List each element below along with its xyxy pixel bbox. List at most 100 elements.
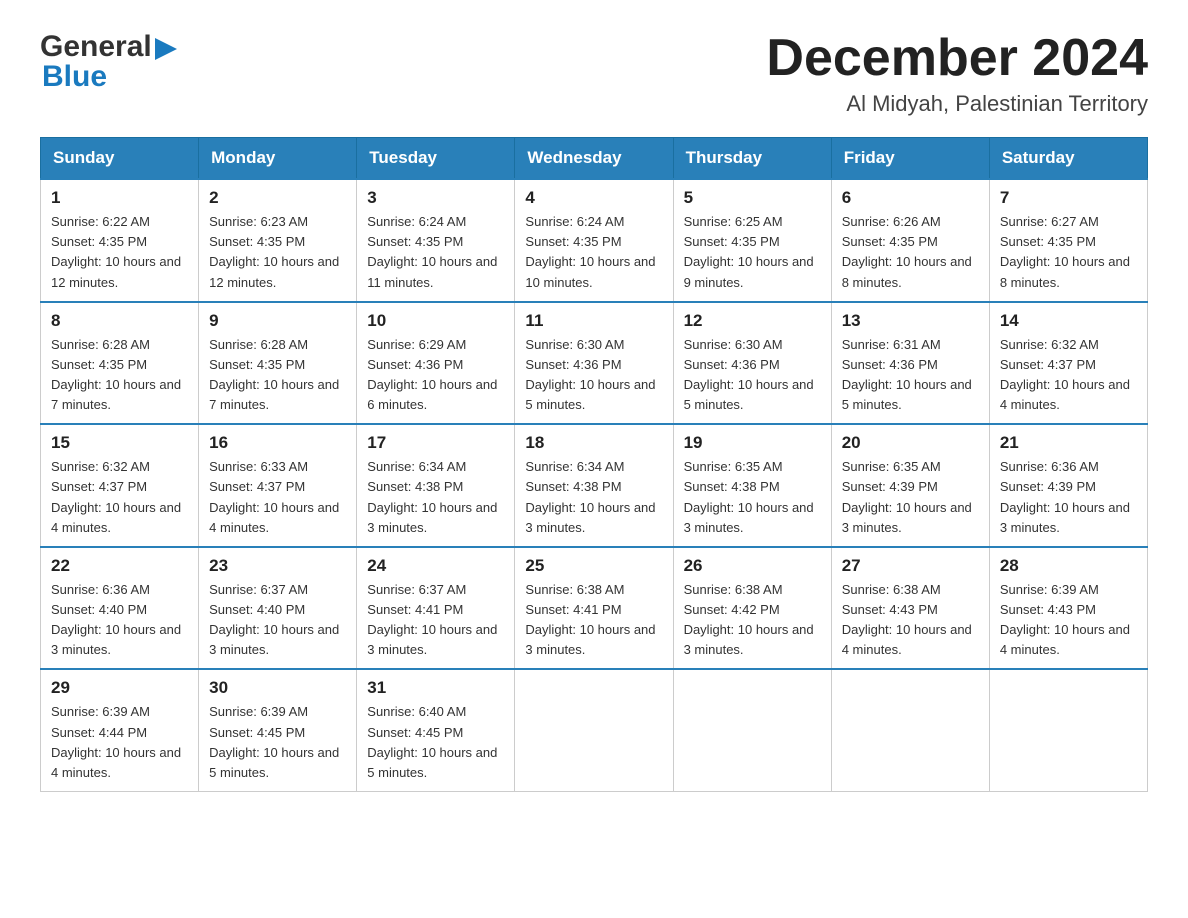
calendar-cell: 17 Sunrise: 6:34 AMSunset: 4:38 PMDayligh… (357, 424, 515, 547)
day-number: 17 (367, 433, 504, 453)
day-info: Sunrise: 6:34 AMSunset: 4:38 PMDaylight:… (367, 457, 504, 538)
day-info: Sunrise: 6:28 AMSunset: 4:35 PMDaylight:… (209, 335, 346, 416)
day-info: Sunrise: 6:37 AMSunset: 4:40 PMDaylight:… (209, 580, 346, 661)
day-info: Sunrise: 6:28 AMSunset: 4:35 PMDaylight:… (51, 335, 188, 416)
day-info: Sunrise: 6:39 AMSunset: 4:45 PMDaylight:… (209, 702, 346, 783)
day-number: 28 (1000, 556, 1137, 576)
calendar-cell: 9 Sunrise: 6:28 AMSunset: 4:35 PMDaylight… (199, 302, 357, 425)
day-info: Sunrise: 6:39 AMSunset: 4:43 PMDaylight:… (1000, 580, 1137, 661)
calendar-cell: 22 Sunrise: 6:36 AMSunset: 4:40 PMDayligh… (41, 547, 199, 670)
day-info: Sunrise: 6:24 AMSunset: 4:35 PMDaylight:… (525, 212, 662, 293)
month-title: December 2024 (766, 30, 1148, 87)
day-number: 24 (367, 556, 504, 576)
day-number: 15 (51, 433, 188, 453)
calendar-cell: 11 Sunrise: 6:30 AMSunset: 4:36 PMDayligh… (515, 302, 673, 425)
calendar-cell: 28 Sunrise: 6:39 AMSunset: 4:43 PMDayligh… (989, 547, 1147, 670)
calendar-cell: 16 Sunrise: 6:33 AMSunset: 4:37 PMDayligh… (199, 424, 357, 547)
week-row-1: 1 Sunrise: 6:22 AMSunset: 4:35 PMDaylight… (41, 179, 1148, 302)
day-info: Sunrise: 6:32 AMSunset: 4:37 PMDaylight:… (1000, 335, 1137, 416)
day-number: 3 (367, 188, 504, 208)
weekday-header-thursday: Thursday (673, 138, 831, 180)
day-info: Sunrise: 6:40 AMSunset: 4:45 PMDaylight:… (367, 702, 504, 783)
day-number: 8 (51, 311, 188, 331)
day-number: 23 (209, 556, 346, 576)
day-info: Sunrise: 6:38 AMSunset: 4:42 PMDaylight:… (684, 580, 821, 661)
weekday-header-friday: Friday (831, 138, 989, 180)
day-number: 14 (1000, 311, 1137, 331)
calendar-cell: 1 Sunrise: 6:22 AMSunset: 4:35 PMDaylight… (41, 179, 199, 302)
day-info: Sunrise: 6:30 AMSunset: 4:36 PMDaylight:… (525, 335, 662, 416)
calendar-cell: 29 Sunrise: 6:39 AMSunset: 4:44 PMDayligh… (41, 669, 199, 791)
day-number: 12 (684, 311, 821, 331)
day-number: 20 (842, 433, 979, 453)
calendar-cell: 12 Sunrise: 6:30 AMSunset: 4:36 PMDayligh… (673, 302, 831, 425)
day-info: Sunrise: 6:33 AMSunset: 4:37 PMDaylight:… (209, 457, 346, 538)
week-row-2: 8 Sunrise: 6:28 AMSunset: 4:35 PMDaylight… (41, 302, 1148, 425)
calendar-cell: 14 Sunrise: 6:32 AMSunset: 4:37 PMDayligh… (989, 302, 1147, 425)
day-number: 26 (684, 556, 821, 576)
calendar-cell: 26 Sunrise: 6:38 AMSunset: 4:42 PMDayligh… (673, 547, 831, 670)
day-info: Sunrise: 6:32 AMSunset: 4:37 PMDaylight:… (51, 457, 188, 538)
day-number: 18 (525, 433, 662, 453)
day-number: 22 (51, 556, 188, 576)
day-number: 4 (525, 188, 662, 208)
day-number: 21 (1000, 433, 1137, 453)
logo-triangle-icon (155, 38, 177, 60)
day-number: 19 (684, 433, 821, 453)
day-number: 11 (525, 311, 662, 331)
day-number: 29 (51, 678, 188, 698)
calendar-cell: 8 Sunrise: 6:28 AMSunset: 4:35 PMDaylight… (41, 302, 199, 425)
calendar-cell: 18 Sunrise: 6:34 AMSunset: 4:38 PMDayligh… (515, 424, 673, 547)
calendar-cell: 23 Sunrise: 6:37 AMSunset: 4:40 PMDayligh… (199, 547, 357, 670)
calendar-cell: 20 Sunrise: 6:35 AMSunset: 4:39 PMDayligh… (831, 424, 989, 547)
day-info: Sunrise: 6:22 AMSunset: 4:35 PMDaylight:… (51, 212, 188, 293)
logo: General Blue (40, 30, 177, 94)
weekday-header-wednesday: Wednesday (515, 138, 673, 180)
calendar-cell (515, 669, 673, 791)
calendar-table: SundayMondayTuesdayWednesdayThursdayFrid… (40, 137, 1148, 792)
day-number: 27 (842, 556, 979, 576)
weekday-header-tuesday: Tuesday (357, 138, 515, 180)
logo-general-text: General (40, 30, 152, 64)
calendar-cell (673, 669, 831, 791)
day-info: Sunrise: 6:39 AMSunset: 4:44 PMDaylight:… (51, 702, 188, 783)
weekday-header-saturday: Saturday (989, 138, 1147, 180)
calendar-cell (831, 669, 989, 791)
day-info: Sunrise: 6:38 AMSunset: 4:43 PMDaylight:… (842, 580, 979, 661)
calendar-cell: 5 Sunrise: 6:25 AMSunset: 4:35 PMDaylight… (673, 179, 831, 302)
location-subtitle: Al Midyah, Palestinian Territory (766, 91, 1148, 117)
calendar-cell: 6Sunrise: 6:26 AMSunset: 4:35 PMDaylight… (831, 179, 989, 302)
day-info: Sunrise: 6:24 AMSunset: 4:35 PMDaylight:… (367, 212, 504, 293)
day-info: Sunrise: 6:38 AMSunset: 4:41 PMDaylight:… (525, 580, 662, 661)
day-info: Sunrise: 6:27 AMSunset: 4:35 PMDaylight:… (1000, 212, 1137, 293)
calendar-cell: 27 Sunrise: 6:38 AMSunset: 4:43 PMDayligh… (831, 547, 989, 670)
week-row-5: 29 Sunrise: 6:39 AMSunset: 4:44 PMDayligh… (41, 669, 1148, 791)
day-info: Sunrise: 6:36 AMSunset: 4:40 PMDaylight:… (51, 580, 188, 661)
day-number: 5 (684, 188, 821, 208)
day-number: 25 (525, 556, 662, 576)
calendar-cell: 2Sunrise: 6:23 AMSunset: 4:35 PMDaylight… (199, 179, 357, 302)
day-info: Sunrise: 6:25 AMSunset: 4:35 PMDaylight:… (684, 212, 821, 293)
day-info: Sunrise: 6:35 AMSunset: 4:39 PMDaylight:… (842, 457, 979, 538)
calendar-cell: 10 Sunrise: 6:29 AMSunset: 4:36 PMDayligh… (357, 302, 515, 425)
week-row-4: 22 Sunrise: 6:36 AMSunset: 4:40 PMDayligh… (41, 547, 1148, 670)
day-info: Sunrise: 6:29 AMSunset: 4:36 PMDaylight:… (367, 335, 504, 416)
weekday-header-row: SundayMondayTuesdayWednesdayThursdayFrid… (41, 138, 1148, 180)
day-info: Sunrise: 6:34 AMSunset: 4:38 PMDaylight:… (525, 457, 662, 538)
day-info: Sunrise: 6:37 AMSunset: 4:41 PMDaylight:… (367, 580, 504, 661)
day-number: 9 (209, 311, 346, 331)
title-section: December 2024 Al Midyah, Palestinian Ter… (766, 30, 1148, 117)
day-info: Sunrise: 6:35 AMSunset: 4:38 PMDaylight:… (684, 457, 821, 538)
logo-blue-text: Blue (42, 60, 107, 94)
day-info: Sunrise: 6:31 AMSunset: 4:36 PMDaylight:… (842, 335, 979, 416)
day-number: 6 (842, 188, 979, 208)
calendar-cell: 3 Sunrise: 6:24 AMSunset: 4:35 PMDaylight… (357, 179, 515, 302)
day-info: Sunrise: 6:30 AMSunset: 4:36 PMDaylight:… (684, 335, 821, 416)
day-number: 1 (51, 188, 188, 208)
calendar-cell: 21Sunrise: 6:36 AMSunset: 4:39 PMDayligh… (989, 424, 1147, 547)
weekday-header-monday: Monday (199, 138, 357, 180)
weekday-header-sunday: Sunday (41, 138, 199, 180)
calendar-cell: 25 Sunrise: 6:38 AMSunset: 4:41 PMDayligh… (515, 547, 673, 670)
day-number: 16 (209, 433, 346, 453)
day-number: 10 (367, 311, 504, 331)
